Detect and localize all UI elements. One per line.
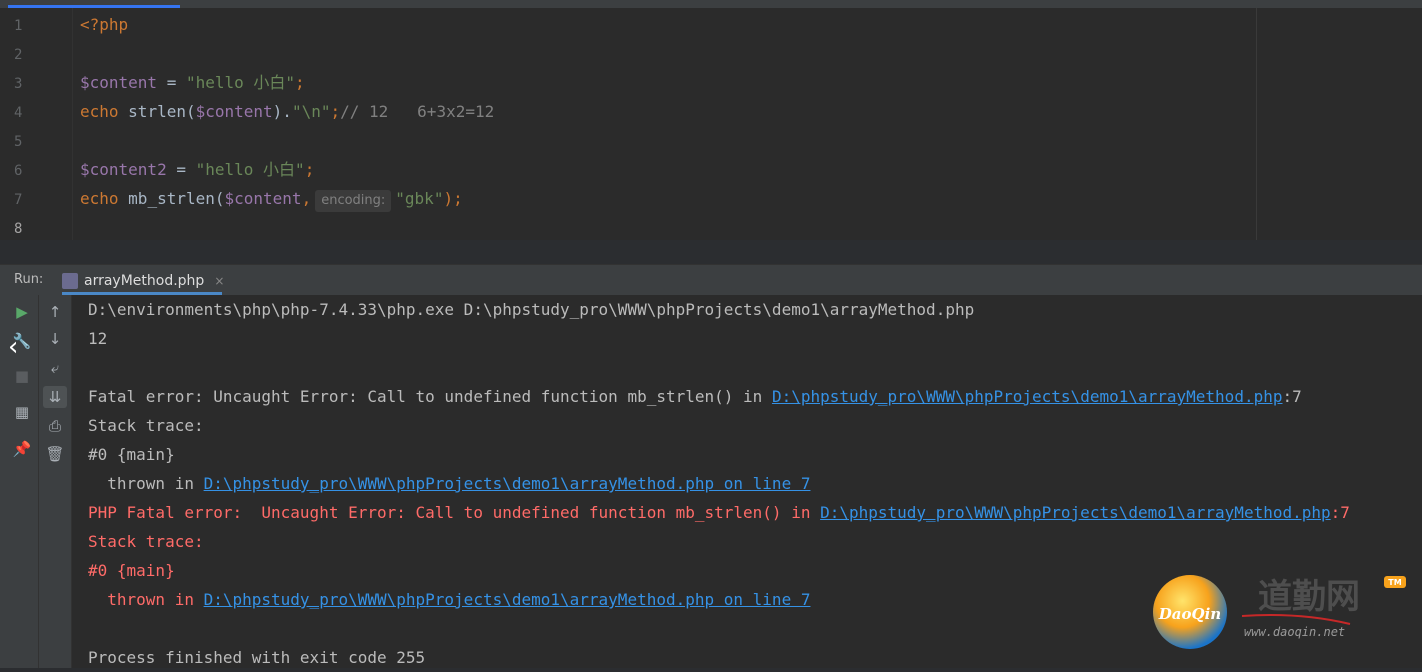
console-line: D:\environments\php\php-7.4.33\php.exe D… [88, 295, 974, 324]
run-tab-arraymethod[interactable]: arrayMethod.php × [62, 268, 224, 294]
code-line[interactable]: <?php [80, 10, 128, 39]
logo-brand-cn: 道勤网 [1258, 577, 1360, 617]
logo-badge-text: DaoQin [1158, 605, 1221, 623]
logo-url: www.daoqin.net [1244, 625, 1345, 639]
code-token: "hello 小白" [185, 73, 296, 92]
parameter-hint: encoding: [315, 190, 392, 212]
pin-icon[interactable]: 📌 [10, 438, 34, 460]
trash-icon[interactable]: 🗑 [43, 443, 67, 465]
console-text: PHP Fatal error: Uncaught Error: Call to… [88, 503, 821, 522]
console-text: 12 [88, 329, 108, 348]
console-line: Stack trace: [88, 411, 204, 440]
code-token: ); [443, 189, 463, 208]
code-token: strlen( [128, 102, 196, 121]
line-number: 3 [14, 76, 23, 92]
close-icon[interactable]: × [214, 274, 224, 288]
file-path-link[interactable]: D:\phpstudy_pro\WWW\phpProjects\demo1\ar… [204, 590, 811, 609]
file-path-link[interactable]: D:\phpstudy_pro\WWW\phpProjects\demo1\ar… [204, 474, 811, 493]
code-token: "gbk" [395, 189, 444, 208]
console-line: Fatal error: Uncaught Error: Call to und… [88, 382, 1302, 411]
code-line[interactable]: echo strlen($content)."\n";// 12 6+3x2=1… [80, 97, 494, 126]
scroll-to-end-icon[interactable]: ⇊ [43, 386, 67, 408]
code-token: ). [272, 102, 292, 121]
code-line[interactable]: echo mb_strlen($content, encoding: "gbk"); [80, 184, 463, 213]
editor-tab-strip [0, 0, 1422, 8]
arrow-up-icon[interactable]: ↑ [43, 301, 67, 323]
code-token: , [301, 189, 312, 208]
console-text: :7 [1282, 387, 1302, 406]
console-line: Stack trace: [88, 527, 204, 556]
code-token: mb_strlen( [128, 189, 225, 208]
run-tool-window-header: Run: arrayMethod.php × [0, 264, 1422, 295]
soft-wrap-icon[interactable]: ⤶ [43, 357, 67, 379]
logo-tm-text: TM [1388, 578, 1401, 587]
arrow-down-icon[interactable]: ↓ [43, 328, 67, 350]
line-number: 4 [14, 105, 23, 121]
file-path-link[interactable]: D:\phpstudy_pro\WWW\phpProjects\demo1\ar… [820, 503, 1331, 522]
code-line[interactable]: $content2 = "hello 小白"; [80, 155, 314, 184]
layout-icon[interactable]: ▦ [10, 401, 34, 423]
console-text: thrown in [88, 474, 204, 493]
code-token: $content [224, 189, 302, 208]
code-token: ; [295, 73, 305, 92]
back-chevron-icon[interactable]: ‹ [8, 332, 18, 362]
line-number: 7 [14, 192, 23, 208]
code-line[interactable]: $content = "hello 小白"; [80, 68, 305, 97]
console-line: #0 {main} [88, 556, 175, 585]
code-token: $content2 [80, 160, 167, 179]
console-text: :7 [1330, 503, 1350, 522]
code-token: echo [80, 102, 129, 121]
console-text: Stack trace: [88, 416, 204, 435]
line-number: 5 [14, 134, 23, 150]
console-text: thrown in [88, 590, 204, 609]
code-editor[interactable]: 12345678 <?php $content = "hello 小白"; echo… [0, 8, 1422, 240]
console-text: #0 {main} [88, 445, 175, 464]
code-token: <?php [80, 15, 129, 34]
run-toolbar-primary: ▶ 🔧 ■ ▦ 📌 [0, 295, 39, 668]
code-token: = [157, 73, 186, 92]
code-token: echo [80, 189, 129, 208]
code-token: "hello 小白" [195, 160, 305, 179]
line-number-gutter: 1 2 3 4 5 6 7 8 [0, 8, 73, 240]
run-tab-label: arrayMethod.php [84, 273, 205, 289]
rerun-play-icon[interactable]: ▶ [10, 301, 34, 323]
console-text: Fatal error: Uncaught Error: Call to und… [88, 387, 772, 406]
code-token: // 12 6+3x2=12 [340, 102, 495, 121]
run-label: Run: [14, 272, 44, 287]
stop-icon[interactable]: ■ [10, 365, 34, 387]
print-icon[interactable]: ⎙ [43, 415, 67, 437]
code-token: $content [195, 102, 273, 121]
console-line: thrown in D:\phpstudy_pro\WWW\phpProject… [88, 585, 810, 614]
line-number: 8 [14, 221, 23, 237]
console-line: #0 {main} [88, 440, 175, 469]
code-token: $content [80, 73, 158, 92]
run-toolbar-secondary: ↑ ↓ ⤶ ⇊ ⎙ 🗑 [39, 295, 72, 668]
console-text: Process finished with exit code 255 [88, 648, 426, 667]
right-margin-guide [1256, 8, 1257, 240]
console-line: 12 [88, 324, 107, 353]
file-path-link[interactable]: D:\phpstudy_pro\WWW\phpProjects\demo1\ar… [772, 387, 1283, 406]
console-text: Stack trace: [88, 532, 204, 551]
code-token: = [166, 160, 196, 179]
daoqin-watermark-logo: DaoQin 道勤网 www.daoqin.net TM [1153, 575, 1406, 649]
code-token: ; [330, 102, 341, 121]
console-text: D:\environments\php\php-7.4.33\php.exe D… [88, 300, 975, 319]
line-number: 2 [14, 47, 23, 63]
code-token: "\n" [291, 102, 331, 121]
console-line: PHP Fatal error: Uncaught Error: Call to… [88, 498, 1350, 527]
line-number: 1 [14, 18, 23, 34]
console-line: thrown in D:\phpstudy_pro\WWW\phpProject… [88, 469, 810, 498]
code-token: ; [304, 160, 315, 179]
php-file-icon [62, 273, 78, 289]
console-text: #0 {main} [88, 561, 175, 580]
line-number: 6 [14, 163, 23, 179]
